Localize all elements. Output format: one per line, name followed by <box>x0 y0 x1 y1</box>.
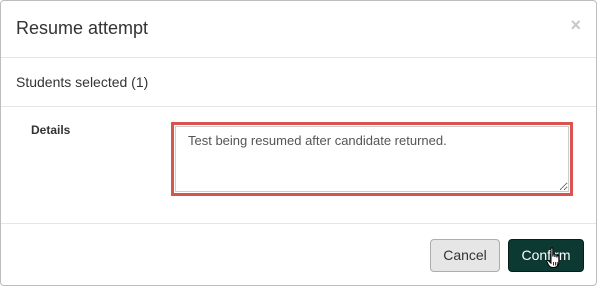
selection-summary: Students selected (1) <box>1 58 596 107</box>
dialog-body: Details Test being resumed after candida… <box>1 107 596 224</box>
resume-attempt-dialog: Resume attempt × Students selected (1) D… <box>0 0 597 286</box>
dialog-header: Resume attempt × <box>1 1 596 58</box>
students-selected-label: Students selected (1) <box>16 74 149 90</box>
dialog-title: Resume attempt <box>16 18 149 38</box>
details-highlight: Test being resumed after candidate retur… <box>171 122 573 196</box>
close-icon[interactable]: × <box>570 15 581 35</box>
cancel-button[interactable]: Cancel <box>430 239 500 272</box>
details-label: Details <box>31 123 71 137</box>
confirm-button[interactable]: Confirm <box>508 239 584 272</box>
dialog-footer: Cancel Confirm <box>1 224 596 285</box>
details-textarea[interactable]: Test being resumed after candidate retur… <box>175 126 569 192</box>
